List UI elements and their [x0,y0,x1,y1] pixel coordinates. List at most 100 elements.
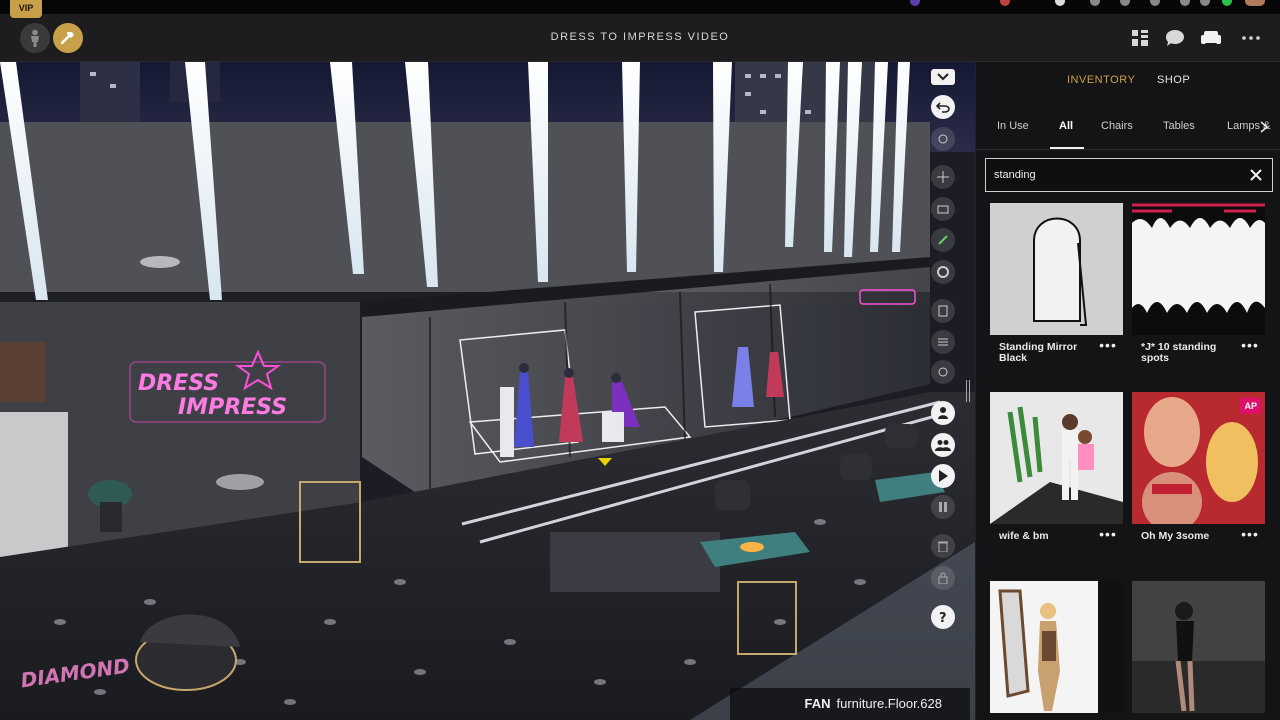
inventory-card[interactable]: AP Oh My 3some ••• [1132,392,1265,564]
room-title: DRESS TO IMPRESS VIDEO [550,31,730,43]
item-thumbnail [990,581,1123,713]
item-more-button[interactable]: ••• [1241,338,1259,353]
more-icon [1242,36,1260,40]
category-tab-chairs[interactable]: Chairs [1101,120,1133,132]
close-icon[interactable] [1248,167,1264,183]
os-indicator-icon [910,0,920,6]
item-label: Oh My 3some [1141,530,1210,542]
furniture-button[interactable] [1199,28,1223,48]
inventory-card[interactable] [1132,581,1265,720]
search-input[interactable] [986,159,1236,191]
silhouettes-icon [1132,203,1265,313]
stack-button[interactable] [929,329,957,355]
trash-button[interactable] [929,533,957,559]
layout-icon [1132,30,1148,46]
svg-text:?: ? [939,611,947,624]
status-prefix: FAN [804,696,831,711]
chevron-right-icon[interactable] [1259,121,1269,133]
camera-button[interactable] [929,196,957,222]
rotate-icon [938,134,948,144]
edit-button[interactable] [929,227,957,253]
person-icon [938,407,948,419]
undo-button[interactable] [929,94,957,120]
trash-icon [938,541,948,552]
spin-button[interactable] [929,259,957,285]
inventory-card[interactable]: Standing Mirror Black ••• [990,203,1123,375]
lock-icon [938,572,948,584]
item-label: wife & bm [999,530,1049,542]
item-thumbnail [990,392,1123,524]
category-tab-tables[interactable]: Tables [1163,120,1195,132]
move-icon [937,171,949,183]
item-more-button[interactable]: ••• [1099,527,1117,542]
panel-resize-handle[interactable] [966,380,970,402]
spin-icon [937,266,949,278]
more-button[interactable] [1240,28,1262,48]
stack-icon [938,338,948,346]
pause-icon [939,502,947,512]
os-indicator-icon [1150,0,1160,6]
inventory-grid: Standing Mirror Black ••• *J* 10 standin… [990,203,1280,720]
ap-badge: AP [1240,398,1261,414]
tab-shop[interactable]: SHOP [1157,74,1190,86]
help-button[interactable]: ? [929,604,957,630]
standing-pose-icon [1132,581,1265,713]
sofa-icon [1201,31,1221,44]
undo-icon [936,102,950,113]
inventory-card[interactable] [990,581,1123,720]
mirror-pose-icon [998,581,1123,713]
chat-button[interactable] [1164,28,1186,48]
person-button[interactable] [929,400,957,426]
layers-icon [938,367,948,377]
scene-toolbar: ? [929,62,957,720]
lock-button[interactable] [929,565,957,591]
camera-icon [937,205,949,214]
os-strip [0,0,1280,14]
os-indicator-icon [1000,0,1010,6]
play-icon [939,470,948,482]
selected-object-readout: FAN furniture.Floor.628 [730,688,970,720]
os-indicator-icon [1090,0,1100,6]
os-indicator-icon [1180,0,1190,6]
os-indicator-icon [1200,0,1210,6]
sign-line2: IMPRESS [178,395,287,420]
os-indicator-icon [1222,0,1232,6]
couple-pose-icon [990,392,1123,524]
layers-button[interactable] [929,359,957,385]
app-header: DRESS TO IMPRESS VIDEO [0,14,1280,62]
item-more-button[interactable]: ••• [1099,338,1117,353]
copy-icon [938,305,948,317]
group-icon [935,440,951,451]
item-thumbnail [1132,581,1265,713]
chevron-down-icon [937,73,949,81]
mirror-icon [1033,217,1088,326]
pause-button[interactable] [929,494,957,520]
item-label: *J* 10 standing spots [1141,341,1217,364]
sign-line1: DRESS [138,371,219,396]
play-button[interactable] [929,463,957,489]
active-category-indicator [1050,147,1084,149]
app-window: VIP DRESS TO IMPRESS VIDEO DRESS IMPRESS… [0,0,1280,720]
room-3d-viewport[interactable]: DRESS IMPRESS DIAMOND ? FAN furniture.Fl… [0,62,975,720]
tab-inventory[interactable]: INVENTORY [1067,74,1135,86]
os-indicator-icon [1055,0,1065,6]
os-indicator-icon [1120,0,1130,6]
group-button[interactable] [929,432,957,458]
category-tab-all[interactable]: All [1059,120,1073,132]
edit-icon [938,235,948,245]
category-tab-in-use[interactable]: In Use [997,120,1029,132]
item-more-button[interactable]: ••• [1241,527,1259,542]
room-render: DRESS IMPRESS DIAMOND [0,62,975,720]
rotate-button[interactable] [929,126,957,152]
item-label: Standing Mirror Black [999,341,1078,364]
item-thumbnail [990,203,1123,335]
move-button[interactable] [929,164,957,190]
layout-button[interactable] [1129,28,1151,48]
item-thumbnail: AP [1132,392,1265,524]
collapse-toolbar-button[interactable] [929,64,957,90]
inventory-card[interactable]: wife & bm ••• [990,392,1123,564]
copy-button[interactable] [929,298,957,324]
profile-avatar[interactable] [1245,0,1265,6]
status-object-name: furniture.Floor.628 [836,696,942,711]
inventory-card[interactable]: *J* 10 standing spots ••• [1132,203,1265,375]
